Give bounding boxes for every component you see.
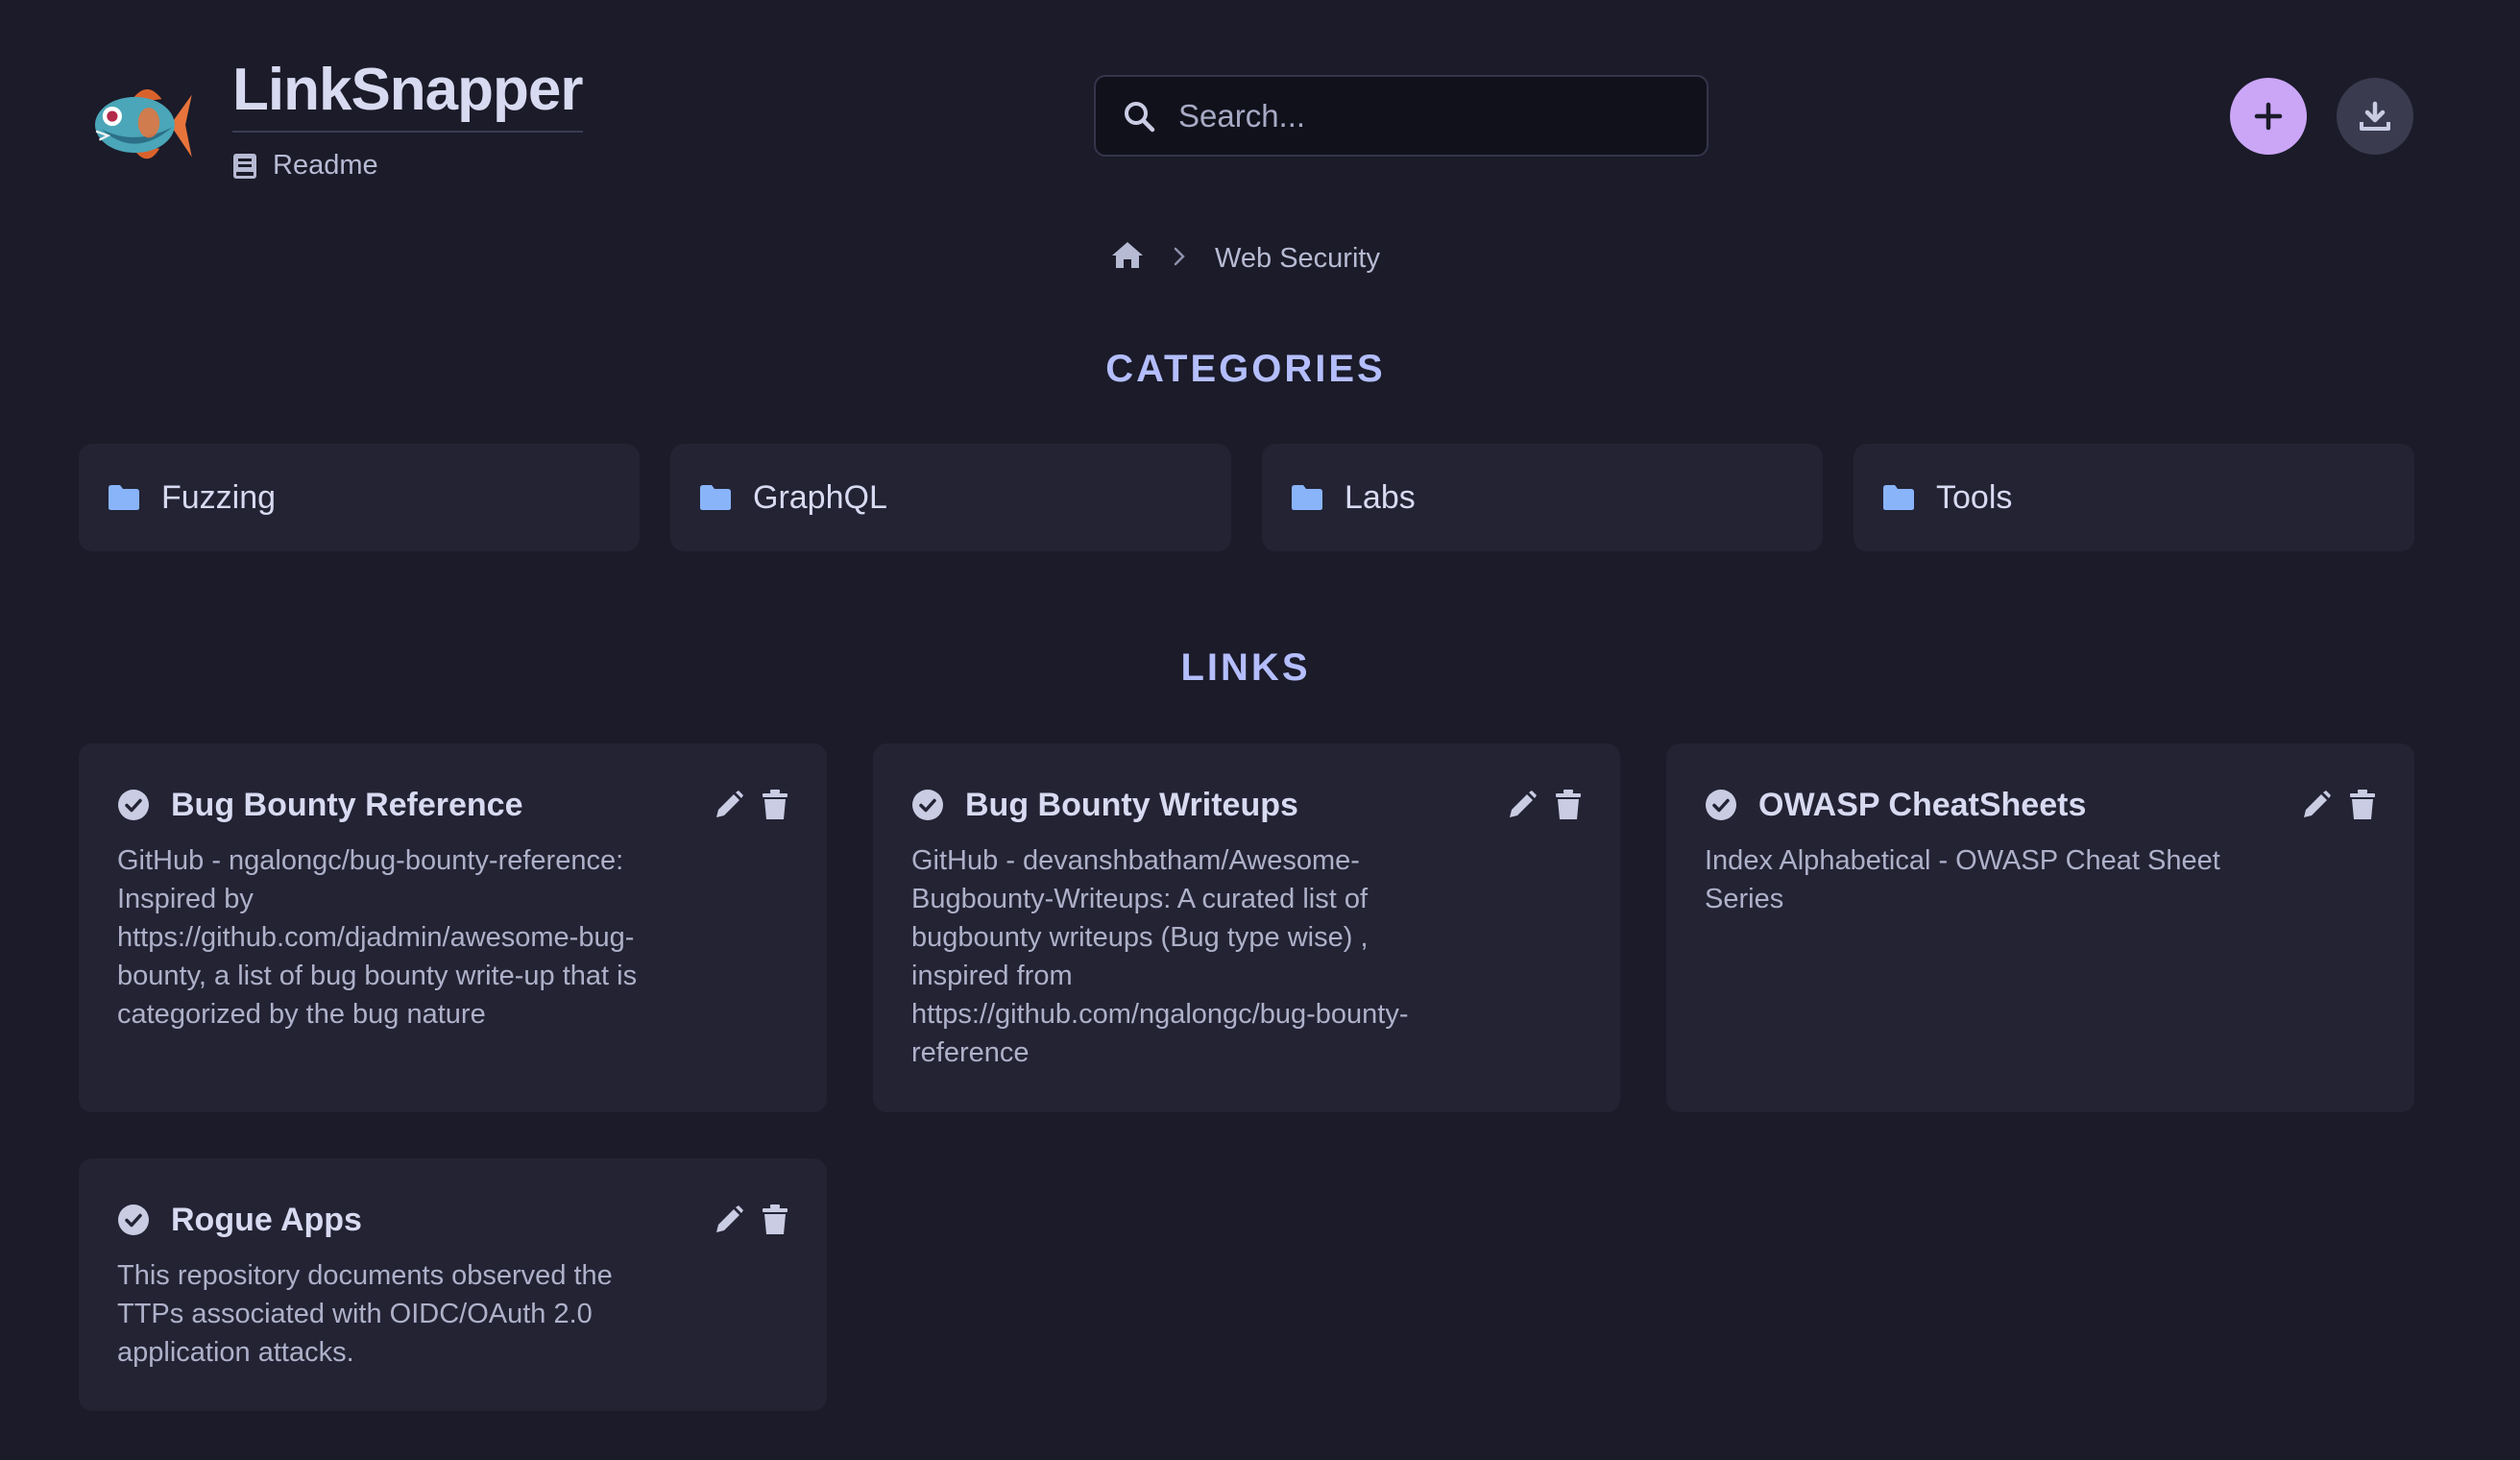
link-description: GitHub - devanshbatham/Awesome-Bugbounty… bbox=[911, 845, 1409, 1068]
link-title[interactable]: OWASP CheatSheets bbox=[1758, 787, 2301, 824]
breadcrumb: Web Security bbox=[0, 240, 2491, 277]
page: LinkSnapper Readme Search... Web Securit… bbox=[0, 0, 2520, 1460]
search-box bbox=[1094, 75, 1708, 157]
check-circle-icon bbox=[912, 790, 943, 820]
link-title[interactable]: Rogue Apps bbox=[171, 1202, 714, 1239]
download-icon bbox=[2360, 101, 2390, 131]
category-label: Fuzzing bbox=[161, 478, 277, 516]
folder-icon bbox=[109, 485, 139, 510]
chevron-right-icon bbox=[1173, 243, 1186, 275]
edit-icon[interactable] bbox=[714, 1204, 744, 1235]
book-icon bbox=[233, 153, 256, 179]
link-card[interactable]: Bug Bounty Reference GitHub - ngalongc/b… bbox=[79, 743, 827, 1112]
link-title[interactable]: Bug Bounty Writeups bbox=[965, 787, 1507, 824]
readme-link[interactable]: Readme bbox=[232, 150, 583, 182]
category-label: Tools bbox=[1936, 478, 2013, 516]
app-title: LinkSnapper bbox=[232, 57, 584, 134]
plus-icon bbox=[2254, 102, 2283, 131]
trash-icon[interactable] bbox=[2349, 790, 2376, 820]
category-tools[interactable]: Tools bbox=[1854, 444, 2414, 551]
links-heading: LINKS bbox=[1180, 646, 1311, 689]
download-button[interactable] bbox=[2337, 78, 2413, 155]
folder-icon bbox=[1883, 485, 1914, 510]
category-label: Labs bbox=[1345, 478, 1416, 516]
check-circle-icon bbox=[118, 1204, 149, 1235]
category-fuzzing[interactable]: Fuzzing bbox=[79, 444, 640, 551]
categories-list: Fuzzing GraphQL Labs Tools bbox=[79, 444, 2414, 551]
check-circle-icon bbox=[1706, 790, 1736, 820]
search-input[interactable] bbox=[1178, 97, 1678, 134]
edit-icon[interactable] bbox=[714, 790, 744, 820]
folder-icon bbox=[1292, 485, 1322, 510]
brand: LinkSnapper Readme bbox=[86, 57, 584, 182]
edit-icon[interactable] bbox=[1507, 790, 1538, 820]
folder-icon bbox=[700, 485, 731, 510]
link-description: This repository documents observed the T… bbox=[117, 1260, 613, 1368]
breadcrumb-current: Web Security bbox=[1215, 242, 1380, 274]
link-card[interactable]: OWASP CheatSheets Index Alphabetical - O… bbox=[1666, 743, 2414, 1112]
link-description: GitHub - ngalongc/bug-bounty-reference: … bbox=[117, 845, 638, 1030]
trash-icon[interactable] bbox=[762, 1204, 788, 1235]
category-graphql[interactable]: GraphQL bbox=[670, 444, 1231, 551]
trash-icon[interactable] bbox=[1555, 790, 1582, 820]
readme-label: Readme bbox=[273, 150, 378, 182]
category-label: GraphQL bbox=[753, 478, 887, 516]
check-circle-icon bbox=[118, 790, 149, 820]
link-title[interactable]: Bug Bounty Reference bbox=[171, 787, 714, 824]
add-button[interactable] bbox=[2230, 78, 2307, 155]
category-labs[interactable]: Labs bbox=[1262, 444, 1823, 551]
fish-logo-icon bbox=[94, 88, 192, 159]
home-icon[interactable] bbox=[1111, 240, 1144, 277]
link-card[interactable]: Rogue Apps This repository documents obs… bbox=[79, 1158, 827, 1411]
edit-icon[interactable] bbox=[2301, 790, 2332, 820]
trash-icon[interactable] bbox=[762, 790, 788, 820]
link-description: Index Alphabetical - OWASP Cheat Sheet S… bbox=[1705, 845, 2220, 914]
link-card[interactable]: Bug Bounty Writeups GitHub - devanshbath… bbox=[873, 743, 1620, 1112]
search-icon bbox=[1125, 101, 1155, 132]
categories-heading: CATEGORIES bbox=[1105, 348, 1386, 390]
